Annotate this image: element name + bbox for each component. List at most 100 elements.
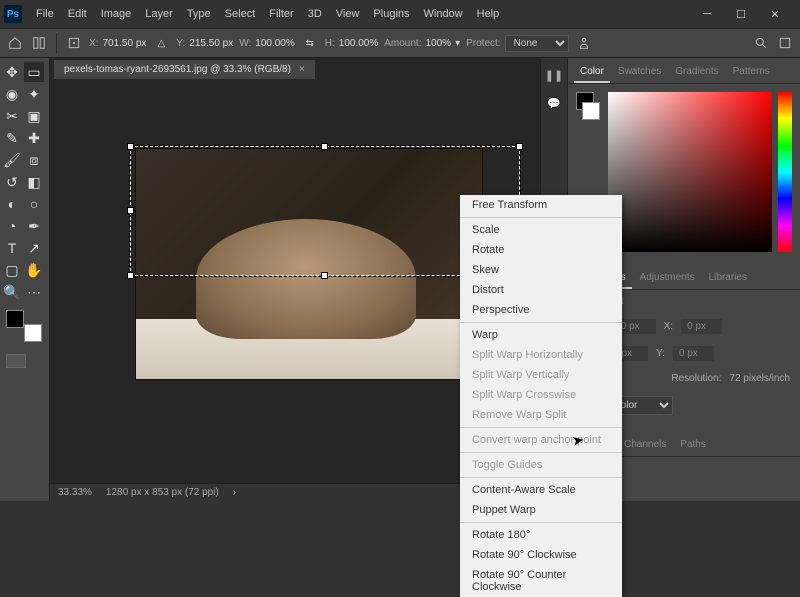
ctx-skew[interactable]: Skew xyxy=(460,260,622,280)
hand-tool-icon[interactable]: ✋ xyxy=(24,260,44,280)
person-icon[interactable] xyxy=(575,34,593,52)
stamp-tool-icon[interactable]: ⧈ xyxy=(24,150,44,170)
amount-value[interactable]: 100% xyxy=(426,38,452,49)
ctx-puppet-warp[interactable]: Puppet Warp xyxy=(460,500,622,520)
blur-tool-icon[interactable]: ○ xyxy=(24,194,44,214)
prop-x-value[interactable]: 0 px xyxy=(681,319,722,334)
menu-plugins[interactable]: Plugins xyxy=(367,4,415,24)
document-dimensions[interactable]: 1280 px x 853 px (72 ppi) xyxy=(106,487,219,498)
ctx-rotate-90-cw[interactable]: Rotate 90° Clockwise xyxy=(460,545,622,565)
transform-handle[interactable] xyxy=(127,207,134,214)
ctx-rotate-180[interactable]: Rotate 180° xyxy=(460,525,622,545)
ctx-distort[interactable]: Distort xyxy=(460,280,622,300)
tab-libraries[interactable]: Libraries xyxy=(703,268,753,289)
ctx-free-transform[interactable]: Free Transform xyxy=(460,195,622,215)
tab-patterns[interactable]: Patterns xyxy=(727,62,776,83)
menu-file[interactable]: File xyxy=(30,4,60,24)
panel-toggle-icon[interactable]: ❚❚ xyxy=(545,66,563,84)
ctx-split-warp-horizontal: Split Warp Horizontally xyxy=(460,345,622,365)
menu-select[interactable]: Select xyxy=(219,4,262,24)
background-color-swatch[interactable] xyxy=(24,324,42,342)
eyedropper-tool-icon[interactable]: ✎ xyxy=(2,128,22,148)
y-value[interactable]: 215.50 px xyxy=(189,38,233,49)
prop-y-value[interactable]: 0 px xyxy=(673,346,714,361)
shape-tool-icon[interactable]: ▢ xyxy=(2,260,22,280)
ctx-content-aware-scale[interactable]: Content-Aware Scale xyxy=(460,480,622,500)
transform-handle[interactable] xyxy=(321,143,328,150)
foreground-color-swatch[interactable] xyxy=(6,310,24,328)
zoom-tool-icon[interactable]: 🔍 xyxy=(2,282,22,302)
triangle-icon[interactable]: △ xyxy=(152,34,170,52)
hue-slider[interactable] xyxy=(778,92,792,252)
eraser-tool-icon[interactable]: ◧ xyxy=(24,172,44,192)
chevron-down-icon[interactable]: ▾ xyxy=(455,38,460,49)
ctx-rotate-90-ccw[interactable]: Rotate 90° Counter Clockwise xyxy=(460,565,622,597)
status-chevron-icon[interactable]: › xyxy=(233,487,236,498)
tab-swatches[interactable]: Swatches xyxy=(612,62,667,83)
close-icon[interactable]: ✕ xyxy=(762,5,788,23)
move-tool-icon[interactable]: ✥ xyxy=(2,62,22,82)
main-menu: File Edit Image Layer Type Select Filter… xyxy=(30,4,505,24)
heal-tool-icon[interactable]: ✚ xyxy=(24,128,44,148)
path-tool-icon[interactable]: ↗ xyxy=(24,238,44,258)
ctx-rotate[interactable]: Rotate xyxy=(460,240,622,260)
menu-3d[interactable]: 3D xyxy=(302,4,328,24)
brush-tool-icon[interactable]: 🖌 xyxy=(2,150,22,170)
quick-mask-icon[interactable] xyxy=(6,354,26,368)
menu-filter[interactable]: Filter xyxy=(263,4,299,24)
chat-icon[interactable]: 💬 xyxy=(545,94,563,112)
tab-title: pexels-tomas-ryant-2693561.jpg @ 33.3% (… xyxy=(64,64,291,75)
link-wh-icon[interactable]: ⇆ xyxy=(301,34,319,52)
menu-edit[interactable]: Edit xyxy=(62,4,93,24)
pen-tool-icon[interactable]: ✒ xyxy=(24,216,44,236)
h-value[interactable]: 100.00% xyxy=(339,38,378,49)
tab-paths[interactable]: Paths xyxy=(674,435,712,456)
w-value[interactable]: 100.00% xyxy=(255,38,294,49)
main-area: ✥ ▭ ◉ ✦ ✂ ▣ ✎ ✚ 🖌 ⧈ ↺ ◧ ◐ ○ ◔ ✒ T ↗ ▢ ✋ … xyxy=(0,58,800,501)
reference-point-icon[interactable] xyxy=(65,34,83,52)
ctx-perspective[interactable]: Perspective xyxy=(460,300,622,320)
lasso-tool-icon[interactable]: ◉ xyxy=(2,84,22,104)
history-brush-icon[interactable]: ↺ xyxy=(2,172,22,192)
transform-handle[interactable] xyxy=(516,143,523,150)
ctx-scale[interactable]: Scale xyxy=(460,220,622,240)
arrange-icon[interactable] xyxy=(30,34,48,52)
type-tool-icon[interactable]: T xyxy=(2,238,22,258)
marquee-tool-icon[interactable]: ▭ xyxy=(24,62,44,82)
ctx-warp[interactable]: Warp xyxy=(460,325,622,345)
menu-type[interactable]: Type xyxy=(181,4,217,24)
search-icon[interactable] xyxy=(752,34,770,52)
frame-tool-icon[interactable]: ▣ xyxy=(24,106,44,126)
zoom-level[interactable]: 33.33% xyxy=(58,487,92,498)
tab-color[interactable]: Color xyxy=(574,62,610,83)
x-value[interactable]: 701.50 px xyxy=(102,38,146,49)
minimize-icon[interactable]: ─ xyxy=(694,5,720,23)
transform-handle[interactable] xyxy=(127,272,134,279)
tab-channels[interactable]: Channels xyxy=(618,435,672,456)
gradient-tool-icon[interactable]: ◐ xyxy=(2,194,22,214)
menu-help[interactable]: Help xyxy=(471,4,506,24)
color-swatches[interactable] xyxy=(6,310,42,342)
menu-view[interactable]: View xyxy=(330,4,366,24)
tab-adjustments[interactable]: Adjustments xyxy=(634,268,701,289)
transform-handle[interactable] xyxy=(127,143,134,150)
maximize-icon[interactable]: ☐ xyxy=(728,5,754,23)
dodge-tool-icon[interactable]: ◔ xyxy=(2,216,22,236)
wand-tool-icon[interactable]: ✦ xyxy=(24,84,44,104)
context-menu: Free Transform Scale Rotate Skew Distort… xyxy=(460,195,622,597)
menu-image[interactable]: Image xyxy=(95,4,138,24)
color-field[interactable] xyxy=(608,92,772,252)
menu-window[interactable]: Window xyxy=(418,4,469,24)
crop-tool-icon[interactable]: ✂ xyxy=(2,106,22,126)
protect-select[interactable]: None xyxy=(505,35,569,52)
document-tab[interactable]: pexels-tomas-ryant-2693561.jpg @ 33.3% (… xyxy=(54,60,315,79)
tab-close-icon[interactable]: × xyxy=(299,64,305,75)
color-panel-tabs: Color Swatches Gradients Patterns xyxy=(568,58,800,84)
transform-handle[interactable] xyxy=(321,272,328,279)
more-tools-icon[interactable]: ⋯ xyxy=(24,282,44,302)
ctx-toggle-guides: Toggle Guides xyxy=(460,455,622,475)
tab-gradients[interactable]: Gradients xyxy=(669,62,724,83)
home-icon[interactable] xyxy=(6,34,24,52)
menu-layer[interactable]: Layer xyxy=(139,4,179,24)
share-icon[interactable] xyxy=(776,34,794,52)
